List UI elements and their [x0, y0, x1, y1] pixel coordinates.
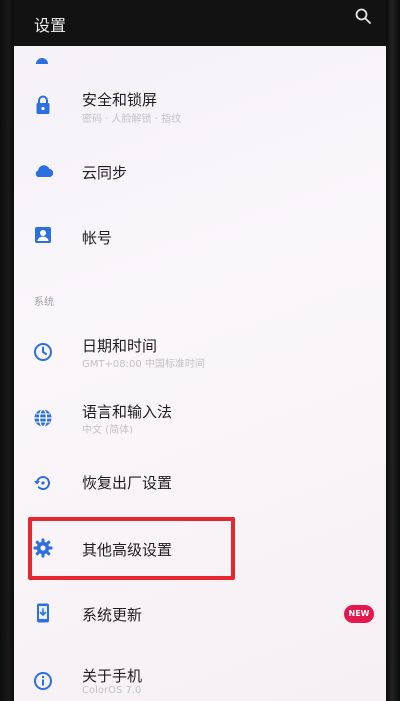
info-icon [34, 672, 52, 690]
settings-item-about[interactable]: 关于手机 ColorOS 7.0 [14, 650, 386, 701]
search-icon[interactable] [354, 7, 372, 25]
settings-item-subtitle: GMT+08:00 中国标准时间 [82, 359, 205, 370]
settings-item-title: 系统更新 [82, 606, 143, 624]
settings-item-title: 恢复出厂设置 [82, 474, 173, 492]
settings-item-reset[interactable]: 恢复出厂设置 [14, 451, 386, 517]
settings-item-security[interactable]: 安全和锁屏 密码 · 人脸解锁 · 指纹 [14, 70, 386, 136]
account-icon [35, 227, 51, 243]
globe-icon [34, 408, 52, 428]
settings-item-title: 其他高级设置 [82, 541, 173, 559]
settings-item-account[interactable]: 帐号 [14, 204, 386, 270]
restore-icon [34, 476, 50, 490]
settings-item-advanced[interactable]: 其他高级设置 [14, 517, 386, 583]
settings-item-subtitle: 中文 (简体) [82, 425, 133, 436]
page-title: 设置 [34, 16, 67, 35]
settings-item-title: 关于手机 [82, 667, 143, 685]
section-header-system: 系统 [34, 297, 54, 308]
settings-item-subtitle: 密码 · 人脸解锁 · 指纹 [82, 114, 182, 125]
settings-item-title: 安全和锁屏 [82, 91, 158, 109]
settings-item-title: 日期和时间 [82, 337, 158, 355]
settings-item-cloud[interactable]: 云同步 [14, 138, 386, 204]
clock-icon [34, 343, 52, 361]
settings-item-update[interactable]: 系统更新 NEW [14, 584, 386, 650]
scrolled-item-edge [14, 46, 386, 64]
settings-item-language[interactable]: 语言和输入法 中文 (简体) [14, 387, 386, 453]
gear-icon [33, 538, 53, 558]
partial-icon [36, 58, 48, 64]
phone-frame: 设置 安全和锁屏 密码 · 人脸解锁 · 指纹 云同步 帐号 系统 日期和时间 … [0, 0, 400, 701]
settings-screen: 设置 安全和锁屏 密码 · 人脸解锁 · 指纹 云同步 帐号 系统 日期和时间 … [14, 0, 386, 701]
new-badge: NEW [344, 605, 374, 623]
settings-item-title: 语言和输入法 [82, 403, 173, 421]
settings-item-title: 帐号 [82, 229, 113, 247]
lock-icon [36, 95, 50, 114]
settings-item-subtitle: ColorOS 7.0 [82, 685, 142, 696]
settings-item-title: 云同步 [82, 164, 128, 182]
phone-bezel [386, 0, 400, 701]
app-header: 设置 [14, 0, 386, 46]
cloud-icon [35, 165, 54, 178]
settings-item-datetime[interactable]: 日期和时间 GMT+08:00 中国标准时间 [14, 320, 386, 386]
system-update-icon [37, 603, 49, 623]
